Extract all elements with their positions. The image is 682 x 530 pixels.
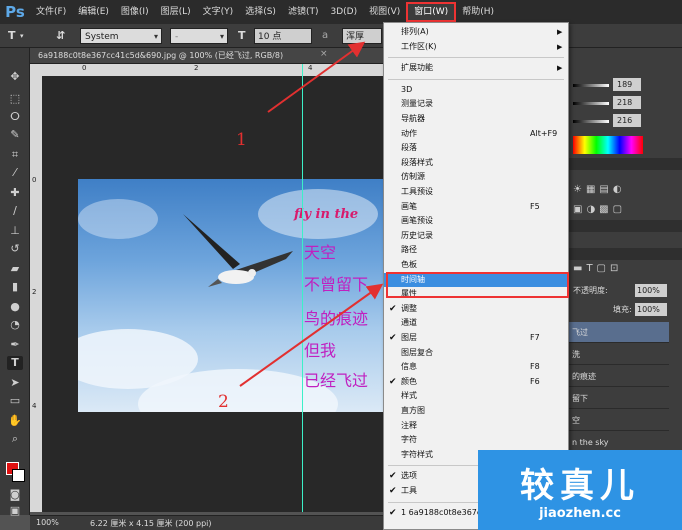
watermark-url: jiaozhen.cc bbox=[539, 506, 621, 521]
annotation-arrow-2 bbox=[239, 283, 384, 387]
annotation-step-1: 1 bbox=[236, 130, 247, 150]
annotation-step-2: 2 bbox=[218, 392, 229, 412]
watermark-title: 较真儿 bbox=[520, 466, 640, 506]
watermark: 较真儿 jiaozhen.cc bbox=[478, 450, 682, 530]
annotation-arrow-1 bbox=[267, 41, 366, 113]
